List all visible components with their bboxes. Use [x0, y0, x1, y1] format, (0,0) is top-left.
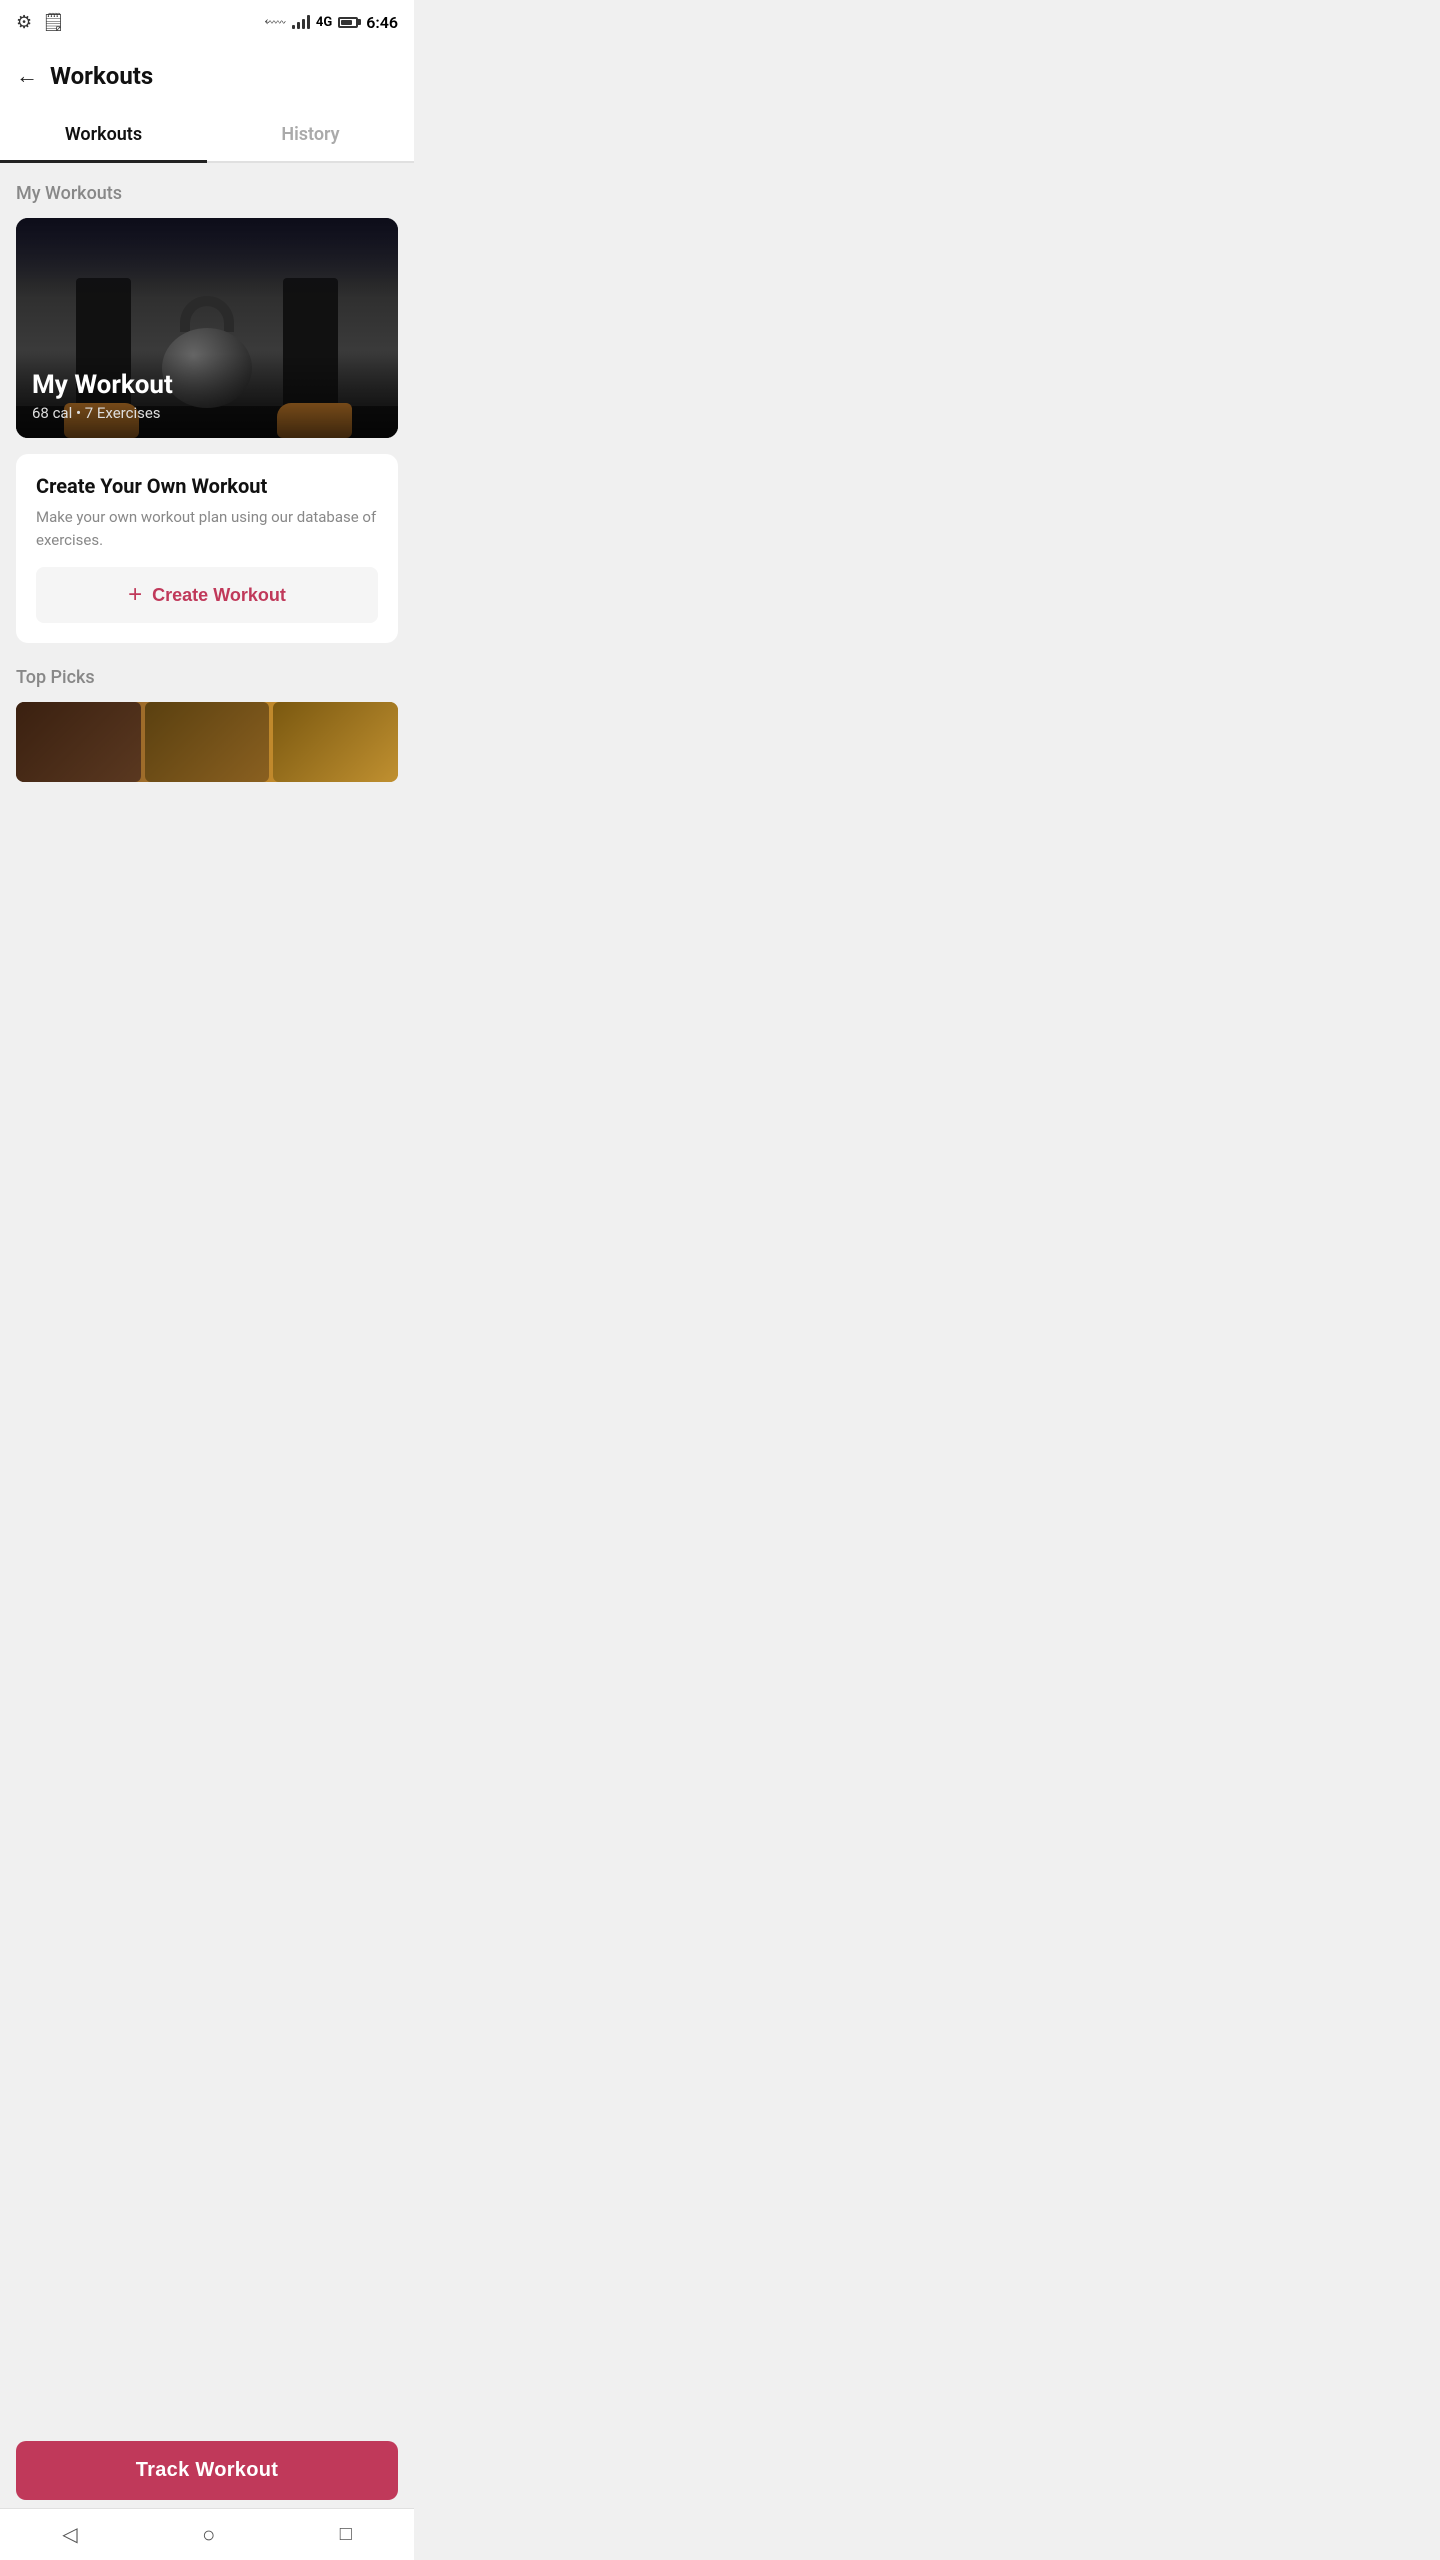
- nav-back-icon: ◁: [62, 2522, 77, 2547]
- time-display: 6:46: [366, 13, 398, 32]
- status-bar-left: ⚙ 🗒: [16, 12, 65, 33]
- tabs-container: Workouts History: [0, 108, 414, 163]
- track-workout-button[interactable]: Track Workout: [16, 2441, 398, 2500]
- header: ← Workouts: [0, 44, 414, 108]
- create-workout-button-label: Create Workout: [152, 585, 286, 606]
- network-label: 4G: [316, 15, 332, 30]
- clipboard-icon: 🗒: [42, 12, 65, 33]
- create-workout-card: Create Your Own Workout Make your own wo…: [16, 454, 398, 643]
- tab-workouts[interactable]: Workouts: [0, 108, 207, 161]
- my-workouts-section-title: My Workouts: [16, 183, 398, 204]
- top-picks-strip[interactable]: [16, 702, 398, 782]
- bottom-nav: ◁ ○ □: [0, 2508, 414, 2560]
- nav-recents-icon: □: [340, 2523, 352, 2546]
- track-workout-bar: Track Workout: [0, 2433, 414, 2508]
- nav-recents-button[interactable]: □: [316, 2515, 376, 2554]
- back-button[interactable]: ←: [16, 63, 38, 89]
- battery-icon: [338, 17, 358, 28]
- tab-history[interactable]: History: [207, 108, 414, 161]
- create-workout-button[interactable]: + Create Workout: [36, 567, 378, 623]
- workout-card-meta: 68 cal • 7 Exercises: [32, 404, 382, 422]
- page-title: Workouts: [50, 62, 153, 90]
- main-content: My Workouts: [0, 163, 414, 882]
- create-card-description: Make your own workout plan using our dat…: [36, 506, 378, 551]
- workout-card[interactable]: My Workout 68 cal • 7 Exercises: [16, 218, 398, 438]
- gear-icon: ⚙: [16, 12, 32, 33]
- workout-card-overlay: My Workout 68 cal • 7 Exercises: [16, 354, 398, 438]
- status-bar: ⚙ 🗒 ⬳ 4G 6:46: [0, 0, 414, 44]
- nav-home-icon: ○: [202, 2522, 215, 2548]
- status-bar-right: ⬳ 4G 6:46: [265, 13, 399, 32]
- nav-home-button[interactable]: ○: [178, 2514, 239, 2556]
- signal-bars: [292, 15, 310, 29]
- nav-back-button[interactable]: ◁: [38, 2514, 101, 2555]
- workout-card-name: My Workout: [32, 370, 382, 400]
- bluetooth-icon: ⬳: [265, 13, 286, 31]
- create-card-title: Create Your Own Workout: [36, 474, 378, 498]
- plus-icon: +: [128, 583, 142, 607]
- top-picks-section-title: Top Picks: [16, 667, 398, 688]
